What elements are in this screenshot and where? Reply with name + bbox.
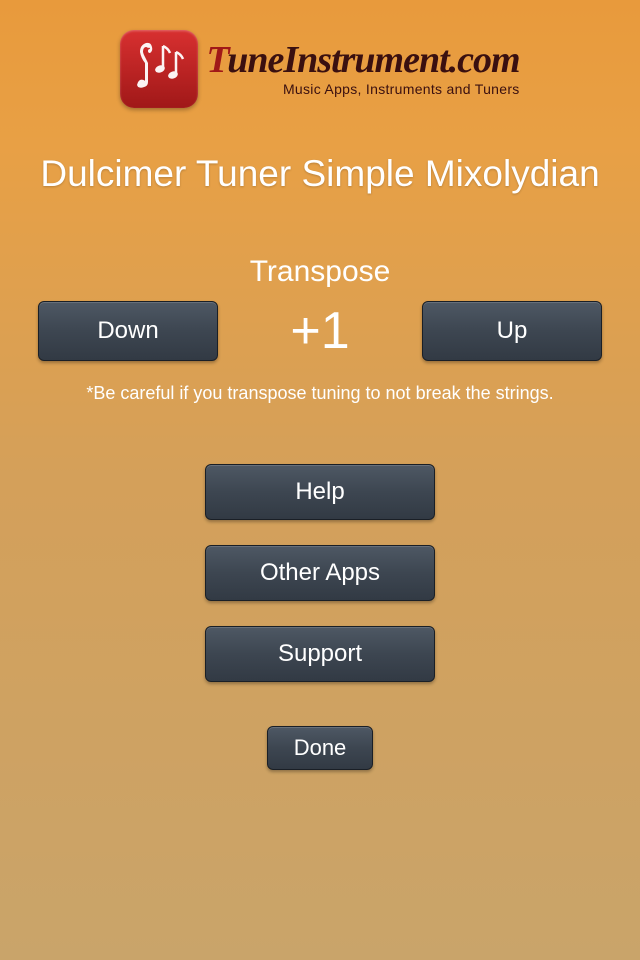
logo-text-block: TuneInstrument.com Music Apps, Instrumen…	[206, 41, 519, 97]
app-header: TuneInstrument.com Music Apps, Instrumen…	[0, 0, 640, 118]
support-button[interactable]: Support	[205, 626, 435, 682]
app-logo-icon	[120, 30, 198, 108]
done-button[interactable]: Done	[267, 726, 373, 770]
help-button[interactable]: Help	[205, 464, 435, 520]
transpose-up-button[interactable]: Up	[422, 301, 602, 361]
logo-title-red: T	[206, 39, 227, 81]
logo-title-rest: uneInstrument.com	[227, 39, 519, 81]
transpose-warning: *Be careful if you transpose tuning to n…	[0, 383, 640, 404]
transpose-controls: Down +1 Up	[0, 301, 640, 361]
transpose-value: +1	[218, 301, 422, 361]
menu-section: Help Other Apps Support	[0, 464, 640, 682]
transpose-section: Transpose Down +1 Up *Be careful if you …	[0, 255, 640, 404]
transpose-down-button[interactable]: Down	[38, 301, 218, 361]
page-title: Dulcimer Tuner Simple Mixolydian	[0, 153, 640, 195]
done-section: Done	[0, 726, 640, 770]
logo-subtitle: Music Apps, Instruments and Tuners	[206, 81, 519, 97]
transpose-label: Transpose	[0, 255, 640, 289]
other-apps-button[interactable]: Other Apps	[205, 545, 435, 601]
treble-clef-notes-icon	[128, 38, 190, 100]
logo-title: TuneInstrument.com	[206, 41, 519, 79]
